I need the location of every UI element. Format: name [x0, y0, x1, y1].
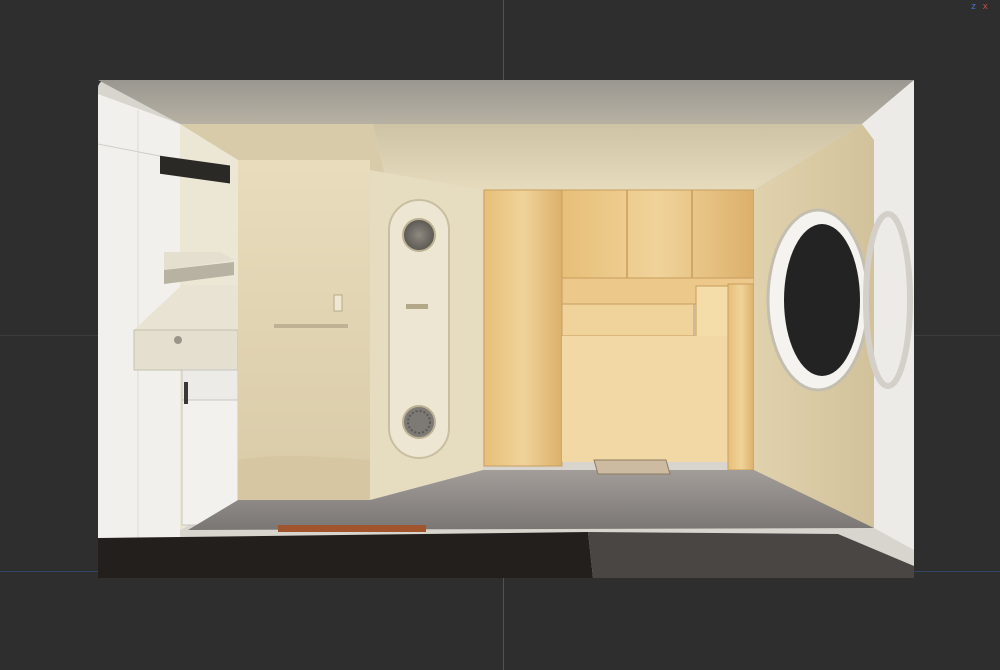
floor-mat [593, 459, 671, 475]
wood-board [278, 525, 426, 532]
towel-bar [274, 324, 348, 328]
room-scan-model[interactable] [98, 80, 914, 578]
ceiling-slab [98, 80, 914, 124]
floor-slab-left [98, 532, 593, 578]
wardrobe-door [483, 189, 563, 467]
door-porthole-icon [402, 218, 436, 252]
back-wall-left [238, 160, 370, 500]
desk-recess [562, 336, 728, 462]
faucet-icon [174, 336, 182, 344]
cabinet-vent-icon [184, 382, 188, 404]
room-scan-render [98, 80, 914, 578]
desk-shelf [561, 303, 695, 337]
side-cabinet [727, 283, 755, 471]
wall-switch-icon [333, 294, 343, 312]
axis-gizmo[interactable]: z x [971, 2, 990, 12]
round-window-icon [784, 224, 860, 376]
gizmo-z-label: z [971, 2, 978, 12]
3d-viewport[interactable]: z x [0, 0, 1000, 670]
gizmo-x-label: x [982, 2, 990, 12]
upper-cabinets [561, 189, 755, 279]
door-handle-icon [406, 304, 428, 309]
